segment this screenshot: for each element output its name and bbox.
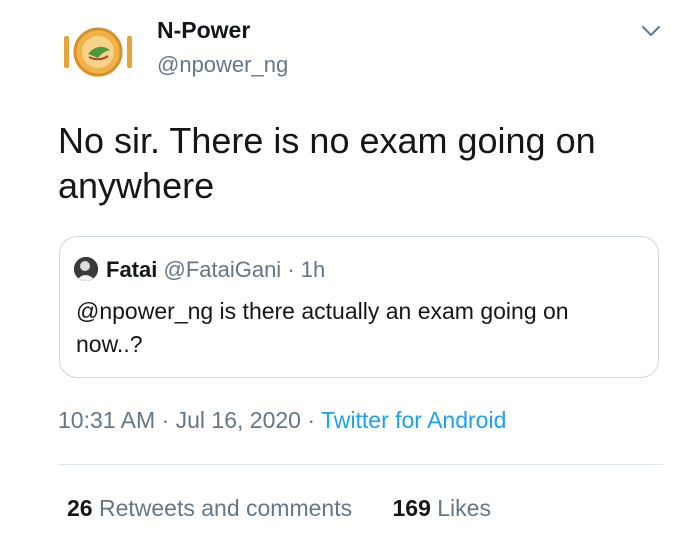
author-avatar[interactable] [58,12,138,92]
quoted-tweet-text: @npower_ng is there actually an exam goi… [76,298,569,357]
quoted-author-avatar[interactable] [74,257,98,281]
quoted-author-handle[interactable]: @FataiGani [163,257,281,282]
retweets-label: Retweets and comments [98,495,353,521]
retweets-count: 26 [67,495,93,521]
tweet-text: No sir. There is no exam going on anywhe… [58,120,596,206]
quoted-time[interactable]: 1h [301,257,325,282]
author-handle[interactable]: @npower_ng [157,52,288,78]
tweet-date[interactable]: Jul 16, 2020 [176,407,301,433]
likes-label: Likes [437,495,491,521]
source-separator: · [300,407,321,433]
likes-count: 169 [392,495,431,521]
npower-logo-icon [60,14,136,90]
author-name[interactable]: N-Power [157,17,250,44]
quoted-author-name[interactable]: Fatai [106,257,157,282]
timestamp-separator: · [155,407,176,433]
quoted-tweet-card[interactable]: Fatai @FataiGani · 1h @npower_ng is ther… [59,236,659,378]
retweets-stat[interactable]: 26 Retweets and comments [67,495,359,521]
chevron-down-icon [642,26,660,36]
meta-separator: · [281,257,301,282]
tweet-menu-button[interactable] [638,18,664,44]
divider [58,464,663,465]
tweet-timestamp-line: 10:31 AM · Jul 16, 2020 · Twitter for An… [58,407,506,434]
engagement-stats: 26 Retweets and comments 169 Likes [67,495,491,522]
tweet-source-link[interactable]: Twitter for Android [321,407,506,433]
quoted-tweet-header: Fatai @FataiGani · 1h [106,257,325,283]
tweet-time[interactable]: 10:31 AM [58,407,155,433]
likes-stat[interactable]: 169 Likes [393,495,491,521]
